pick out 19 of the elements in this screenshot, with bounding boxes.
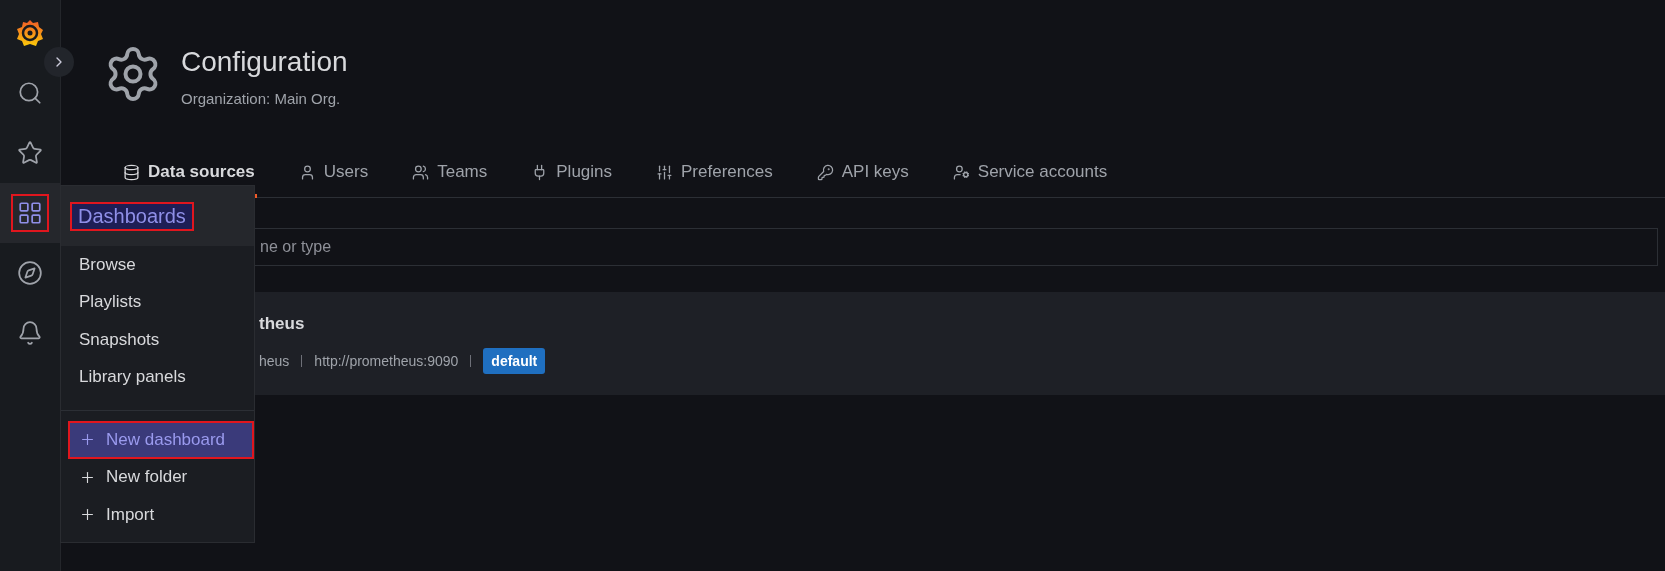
tab-label: Data sources xyxy=(148,162,255,182)
page-subtitle: Organization: Main Org. xyxy=(181,90,342,107)
menu-label: New dashboard xyxy=(106,429,226,450)
menu-label: Library panels xyxy=(79,367,186,388)
datasource-type: heus xyxy=(259,353,290,369)
tab-label: Users xyxy=(323,162,369,182)
tab-label: API keys xyxy=(841,162,909,182)
tab-label: Preferences xyxy=(681,162,773,182)
page-title: Configuration xyxy=(181,46,348,78)
default-badge: default xyxy=(483,348,546,374)
tab-label: Service accounts xyxy=(977,162,1108,182)
menu-label: New folder xyxy=(106,467,188,488)
datasource-url: http://prometheus:9090 xyxy=(314,353,459,369)
tab-label: Teams xyxy=(437,162,488,182)
menu-label: Playlists xyxy=(79,292,142,313)
menu-label: Import xyxy=(106,504,155,525)
datasource-name: theus xyxy=(259,314,306,334)
tab-label: Plugins xyxy=(556,162,613,182)
menu-label: Snapshots xyxy=(79,329,160,350)
